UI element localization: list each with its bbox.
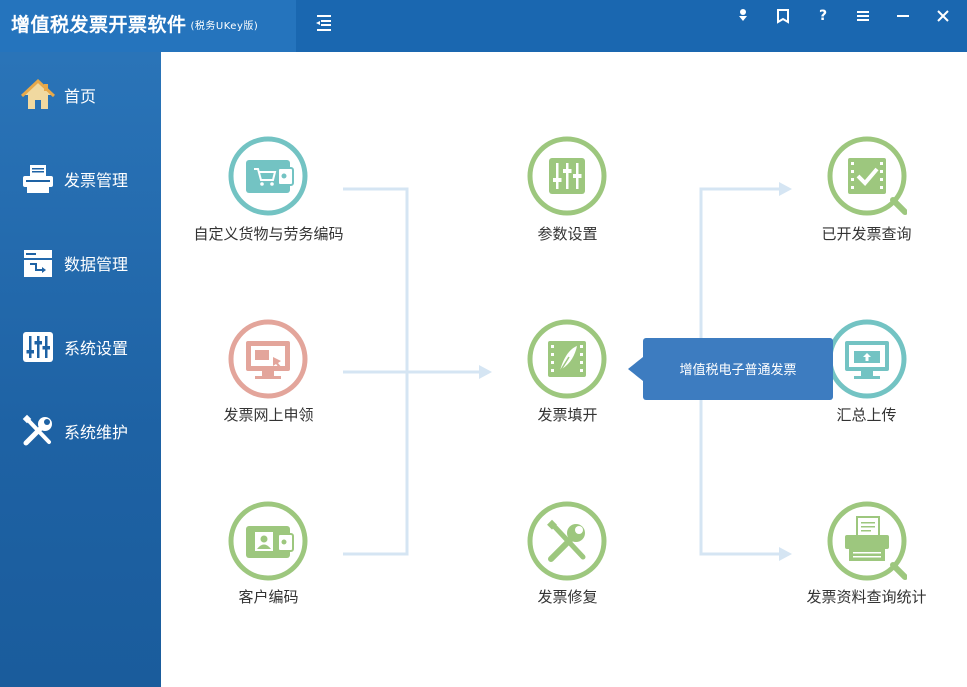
data-icon (24, 250, 52, 277)
tools-icon (527, 501, 607, 581)
collapse-menu-button[interactable] (314, 12, 334, 34)
tooltip-arrow (628, 357, 643, 381)
node-label: 发票修复 (537, 588, 598, 606)
sidebar-item-label: 系统设置 (64, 339, 129, 358)
node-label: 汇总上传 (836, 406, 897, 424)
tools-icon (22, 414, 52, 446)
help-icon: ? (818, 8, 828, 24)
sidebar-item-label: 系统维护 (64, 423, 129, 442)
monitor-invoice-icon (228, 319, 308, 399)
title-bar: 增值税发票开票软件 (税务UKey版) ? (0, 0, 967, 52)
sidebar-item-system-settings[interactable]: 系统设置 (0, 317, 161, 377)
upload-monitor-icon (827, 319, 907, 399)
minimize-icon (897, 15, 909, 17)
cart-icon (228, 136, 308, 216)
sliders-icon (23, 332, 53, 362)
sidebar: 首页 发票管理 数据管理 系统设置 系统维护 (0, 52, 161, 687)
bookmark-icon (777, 9, 789, 24)
main-workspace: 自定义货物与劳务编码 发票网上申领 客户编码 参数设置 发票填开 发票修复 已开… (161, 52, 967, 687)
app-subtitle: (税务UKey版) (190, 21, 259, 32)
node-label: 已开发票查询 (821, 225, 912, 243)
bookmark-button[interactable] (763, 4, 803, 28)
invoice-printer-icon (23, 165, 53, 193)
minimize-button[interactable] (883, 4, 923, 28)
contact-card-icon (228, 501, 308, 581)
checked-search-icon (827, 136, 907, 216)
sidebar-item-system-maintenance[interactable]: 系统维护 (0, 401, 161, 461)
sidebar-item-label: 数据管理 (64, 255, 129, 274)
node-label: 客户编码 (238, 588, 299, 606)
help-button[interactable]: ? (803, 4, 843, 28)
node-label: 参数设置 (537, 225, 598, 243)
node-label: 发票网上申领 (223, 406, 314, 424)
sidebar-item-label: 发票管理 (64, 171, 129, 190)
home-icon (21, 78, 55, 109)
sidebar-item-data-management[interactable]: 数据管理 (0, 233, 161, 293)
download-icon (739, 9, 747, 21)
sliders-icon (527, 136, 607, 216)
feather-pen-icon (527, 319, 607, 399)
close-button[interactable] (923, 4, 963, 28)
app-title-text: 增值税发票开票软件 (11, 14, 187, 36)
document-search-icon (827, 501, 907, 581)
sidebar-item-label: 首页 (64, 87, 97, 106)
sidebar-item-home[interactable]: 首页 (0, 65, 161, 125)
close-icon (937, 10, 949, 22)
node-label: 自定义货物与劳务编码 (193, 225, 344, 243)
menu-icon (857, 11, 869, 21)
window-controls: ? (723, 4, 963, 28)
title-area: 增值税发票开票软件 (税务UKey版) (0, 0, 296, 52)
menu-button[interactable] (843, 4, 883, 28)
tooltip-text: 增值税电子普通发票 (679, 363, 797, 378)
app-title: 增值税发票开票软件 (税务UKey版) (11, 10, 258, 37)
sidebar-item-invoice-management[interactable]: 发票管理 (0, 149, 161, 209)
node-label: 发票填开 (537, 406, 598, 424)
invoice-type-tooltip[interactable]: 增值税电子普通发票 (628, 338, 833, 400)
download-button[interactable] (723, 4, 763, 28)
node-label: 发票资料查询统计 (806, 588, 927, 606)
indent-icon (316, 15, 331, 31)
